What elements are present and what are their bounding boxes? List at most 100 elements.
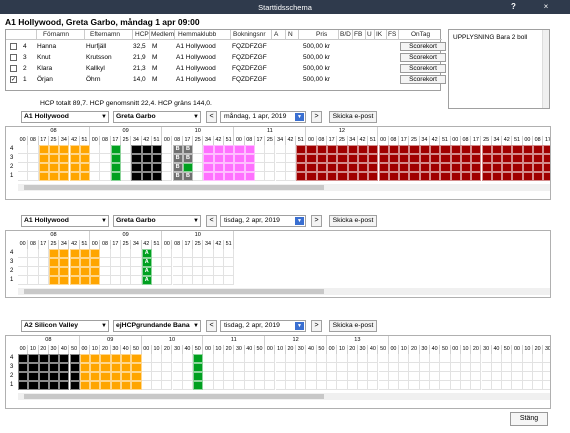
scrollbar-thumb[interactable] [24, 185, 324, 190]
slot-cell[interactable] [419, 354, 430, 363]
slot-cell[interactable] [388, 381, 400, 390]
booked-slot[interactable] [512, 172, 523, 181]
booked-slot[interactable] [79, 354, 91, 363]
slot-cell[interactable] [347, 372, 358, 381]
booked-slot[interactable] [440, 145, 451, 154]
slot-cell[interactable] [151, 354, 163, 363]
booked-slot[interactable] [409, 154, 420, 163]
club-dropdown[interactable]: A1 Hollywood ▼ [21, 111, 109, 123]
slot-cell[interactable] [172, 267, 183, 276]
booked-slot[interactable] [69, 249, 80, 258]
booked-slot[interactable] [337, 154, 348, 163]
slot-cell[interactable] [100, 249, 111, 258]
booked-slot[interactable] [38, 172, 49, 181]
booked-slot[interactable] [59, 258, 70, 267]
slot-cell[interactable] [502, 354, 513, 363]
slot-cell[interactable] [337, 372, 348, 381]
booked-slot[interactable] [59, 172, 70, 181]
slot-cell[interactable] [203, 258, 214, 267]
slot-cell[interactable] [193, 145, 204, 154]
booked-slot[interactable] [491, 163, 503, 172]
table-row[interactable]: 3 Knut Krutsson 21,9 M A1 Hollywood FQZD… [6, 53, 446, 63]
slot-cell[interactable] [522, 363, 533, 372]
booked-slot[interactable] [234, 145, 245, 154]
booked-slot[interactable] [234, 154, 245, 163]
booked-slot[interactable] [59, 163, 70, 172]
slot-cell[interactable] [275, 354, 286, 363]
slot-cell[interactable] [512, 354, 523, 363]
slot-cell[interactable] [430, 372, 441, 381]
date-picker[interactable]: måndag, 1 apr, 2019 ▼ [220, 111, 306, 123]
booked-slot[interactable] [48, 172, 60, 181]
slot-cell[interactable] [522, 372, 533, 381]
slot-cell[interactable] [265, 163, 276, 172]
slot-cell[interactable] [450, 363, 461, 372]
booked-slot[interactable] [79, 381, 91, 390]
schedule-grid-1[interactable]: 08 09 10 11 12 00 08 17 25 34 42 51 00 08 17 25 34 42 51 00… [5, 126, 551, 200]
booked-slot[interactable] [316, 145, 327, 154]
booked-slot[interactable] [440, 154, 451, 163]
slot-cell[interactable] [151, 381, 163, 390]
slot-cell[interactable] [533, 363, 544, 372]
slot-cell[interactable] [224, 381, 235, 390]
booked-slot[interactable] [141, 145, 152, 154]
booked-slot[interactable] [234, 163, 245, 172]
slot-cell[interactable] [203, 267, 214, 276]
slot-cell[interactable] [254, 163, 266, 172]
slot-cell[interactable] [265, 154, 276, 163]
booked-slot[interactable] [388, 154, 400, 163]
slot-cell[interactable] [285, 372, 297, 381]
slot-cell[interactable] [224, 258, 235, 267]
slot-cell[interactable] [512, 372, 523, 381]
booked-slot[interactable] [522, 163, 533, 172]
horizontal-scrollbar[interactable] [18, 393, 550, 400]
slot-cell[interactable] [491, 372, 503, 381]
slot-cell[interactable] [224, 249, 235, 258]
booked-slot[interactable] [110, 372, 121, 381]
booked-slot[interactable] [512, 163, 523, 172]
slot-cell[interactable] [265, 354, 276, 363]
slot-cell[interactable] [224, 354, 235, 363]
booked-slot[interactable] [28, 354, 39, 363]
booked-slot[interactable] [141, 163, 152, 172]
booked-slot[interactable] [481, 154, 492, 163]
booked-slot[interactable] [388, 163, 400, 172]
booked-slot[interactable] [419, 145, 430, 154]
slot-cell[interactable] [430, 381, 441, 390]
booked-slot[interactable] [213, 172, 224, 181]
close-window-button[interactable]: × [528, 2, 564, 12]
scrollbar-thumb[interactable] [24, 289, 324, 294]
booked-slot[interactable] [481, 145, 492, 154]
slot-cell[interactable] [121, 172, 132, 181]
booked-slot[interactable]: B [182, 154, 194, 163]
booked-slot[interactable] [79, 163, 91, 172]
slot-cell[interactable] [347, 363, 358, 372]
booked-slot[interactable] [182, 163, 194, 172]
booked-slot[interactable] [79, 145, 91, 154]
slot-cell[interactable] [254, 372, 266, 381]
slot-cell[interactable] [543, 381, 550, 390]
booked-slot[interactable] [90, 249, 101, 258]
date-picker[interactable]: tisdag, 2 apr, 2019 ▼ [220, 320, 306, 332]
slot-cell[interactable] [409, 354, 420, 363]
slot-cell[interactable] [151, 249, 163, 258]
booked-slot[interactable] [110, 363, 121, 372]
slot-cell[interactable] [28, 276, 39, 285]
slot-cell[interactable] [151, 276, 163, 285]
booked-slot[interactable] [337, 145, 348, 154]
slot-cell[interactable] [327, 354, 338, 363]
booked-slot[interactable] [533, 163, 544, 172]
slot-cell[interactable] [388, 363, 400, 372]
booked-slot[interactable] [337, 163, 348, 172]
slot-cell[interactable] [141, 372, 152, 381]
booked-slot[interactable] [224, 154, 235, 163]
booked-slot[interactable] [502, 145, 513, 154]
date-picker[interactable]: tisdag, 2 apr, 2019 ▼ [220, 215, 306, 227]
slot-cell[interactable] [409, 372, 420, 381]
slot-cell[interactable] [244, 372, 255, 381]
slot-cell[interactable] [18, 154, 29, 163]
slot-cell[interactable] [121, 145, 132, 154]
slot-cell[interactable] [213, 276, 224, 285]
slot-cell[interactable] [131, 267, 142, 276]
booked-slot[interactable] [69, 276, 80, 285]
